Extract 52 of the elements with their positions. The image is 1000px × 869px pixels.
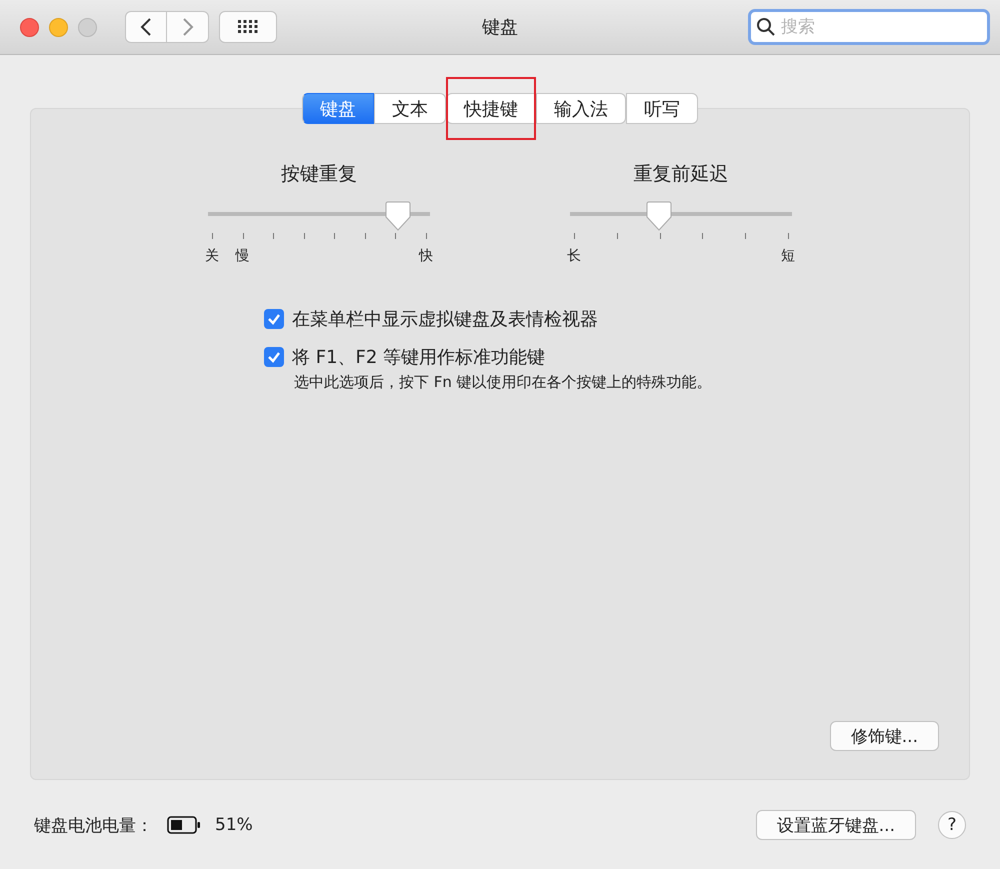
- slider-title: 按键重复: [281, 162, 357, 187]
- close-button[interactable]: [20, 18, 39, 36]
- checkmark-icon: [267, 313, 281, 325]
- tick-mark: [616, 233, 618, 239]
- window-title: 键盘: [482, 17, 518, 38]
- tick-mark: [702, 233, 704, 239]
- battery-icon: [167, 816, 201, 834]
- tick-mark: [212, 233, 213, 239]
- checkbox-label: 将 F1、F2 等键用作标准功能键: [292, 346, 546, 369]
- search-field[interactable]: 搜索: [748, 9, 990, 45]
- tab[interactable]: 文本: [374, 93, 446, 124]
- tick-mark: [660, 233, 661, 239]
- checkbox[interactable]: [264, 309, 284, 329]
- slider-thumb[interactable]: [646, 201, 672, 231]
- battery-label: 键盘电池电量：: [34, 814, 153, 836]
- option-description: 选中此选项后，按下 Fn 键以使用印在各个按键上的特殊功能。: [294, 373, 713, 392]
- battery-percentage: 51%: [215, 815, 253, 835]
- tick-label: 短: [781, 247, 795, 265]
- checkmark-icon: [267, 351, 281, 363]
- checkbox-label: 在菜单栏中显示虚拟键盘及表情检视器: [292, 308, 598, 331]
- tick-mark: [788, 233, 789, 239]
- show-all-button[interactable]: [219, 11, 277, 43]
- tick-mark: [304, 233, 305, 239]
- tab[interactable]: 听写: [626, 93, 698, 124]
- tick-label: 快: [419, 247, 433, 265]
- slider-thumb[interactable]: [385, 201, 412, 231]
- tick-mark: [395, 233, 396, 239]
- tick-label: 长: [567, 247, 581, 265]
- bluetooth-keyboard-button[interactable]: 设置蓝牙键盘...: [756, 810, 916, 840]
- tick-label: 慢: [236, 247, 250, 265]
- tick-mark: [334, 233, 336, 239]
- checkbox[interactable]: [264, 347, 284, 367]
- tick-mark: [364, 233, 366, 239]
- tab[interactable]: 键盘: [302, 93, 374, 124]
- tab[interactable]: 快捷键: [446, 93, 536, 124]
- search-icon: [756, 17, 776, 37]
- tick-mark: [242, 233, 244, 239]
- grid-icon: [238, 20, 258, 34]
- slider-title: 重复前延迟: [634, 162, 728, 187]
- modifier-keys-button[interactable]: 修饰键...: [830, 721, 939, 751]
- tick-label: 关: [205, 247, 219, 265]
- chevron-left-icon: [140, 17, 152, 37]
- back-button[interactable]: [125, 11, 167, 43]
- help-button[interactable]: ?: [938, 811, 966, 839]
- chevron-right-icon: [182, 17, 194, 37]
- tick-mark: [426, 233, 427, 239]
- tick-mark: [273, 233, 274, 239]
- tick-mark: [574, 233, 575, 239]
- minimize-button[interactable]: [49, 18, 68, 36]
- tick-mark: [745, 233, 746, 239]
- zoom-button[interactable]: [78, 18, 97, 36]
- tab[interactable]: 输入法: [536, 93, 626, 124]
